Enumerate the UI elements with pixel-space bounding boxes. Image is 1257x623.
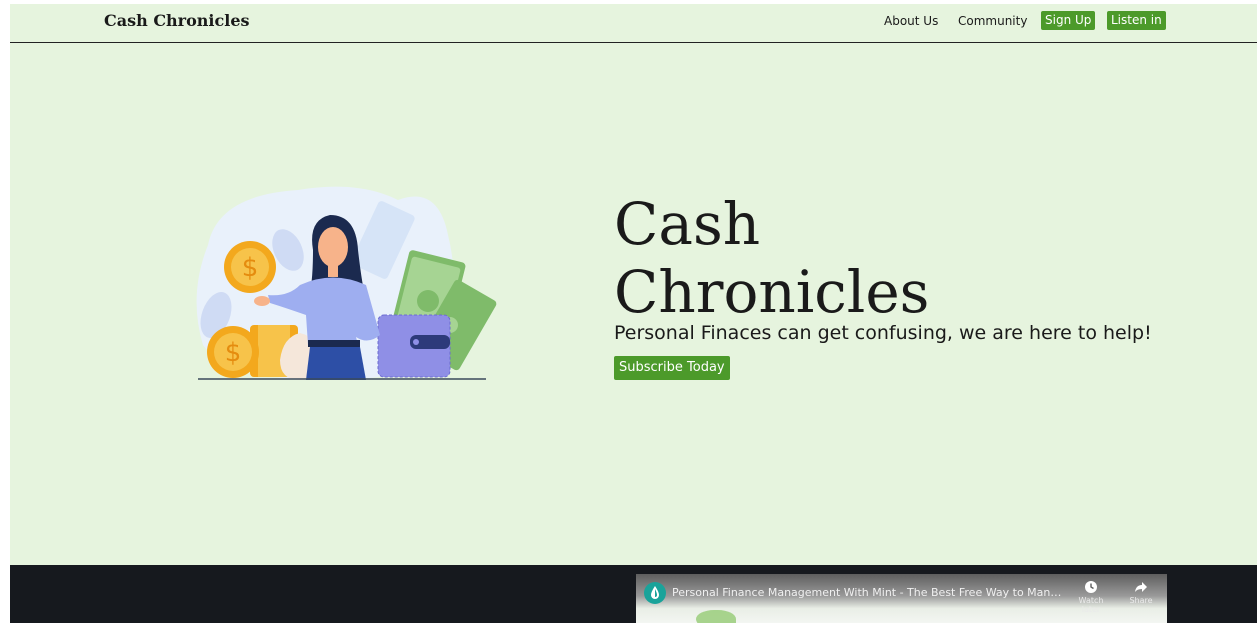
nav-community[interactable]: Community <box>958 14 1027 28</box>
svg-text:$: $ <box>242 253 259 283</box>
hero-title-line-1: Cash <box>614 190 761 258</box>
channel-logo-icon[interactable] <box>644 582 666 604</box>
footer-video-section: Personal Finance Management With Mint - … <box>10 565 1257 623</box>
hero-title: Cash Chronicles <box>614 190 1214 326</box>
finance-illustration: $ $ <box>196 186 497 380</box>
youtube-embed[interactable]: Personal Finance Management With Mint - … <box>636 574 1167 623</box>
listen-in-button[interactable]: Listen in <box>1107 11 1166 30</box>
svg-text:$: $ <box>225 338 242 368</box>
clock-icon <box>1085 581 1097 593</box>
share-button[interactable]: Share <box>1119 580 1163 605</box>
nav-about-us[interactable]: About Us <box>884 14 938 28</box>
hero-section: $ $ Cash Chronicles Personal Finaces can… <box>10 43 1257 565</box>
video-title[interactable]: Personal Finance Management With Mint - … <box>672 586 1068 599</box>
signup-button[interactable]: Sign Up <box>1041 11 1096 30</box>
share-label: Share <box>1129 596 1153 605</box>
subscribe-button[interactable]: Subscribe Today <box>614 356 730 380</box>
hero-title-line-2: Chronicles <box>614 258 930 326</box>
share-icon <box>1135 582 1147 592</box>
watch-later-label: Watch later <box>1078 596 1104 614</box>
brand-link[interactable]: Cash Chronicles <box>104 11 250 30</box>
hero-subtitle: Personal Finaces can get confusing, we a… <box>614 322 1152 344</box>
watch-later-button[interactable]: Watch later <box>1069 580 1113 614</box>
page: Cash Chronicles About Us Community Sign … <box>10 4 1257 623</box>
video-thumbnail-leaf <box>696 610 736 623</box>
navbar: Cash Chronicles About Us Community Sign … <box>10 4 1257 43</box>
